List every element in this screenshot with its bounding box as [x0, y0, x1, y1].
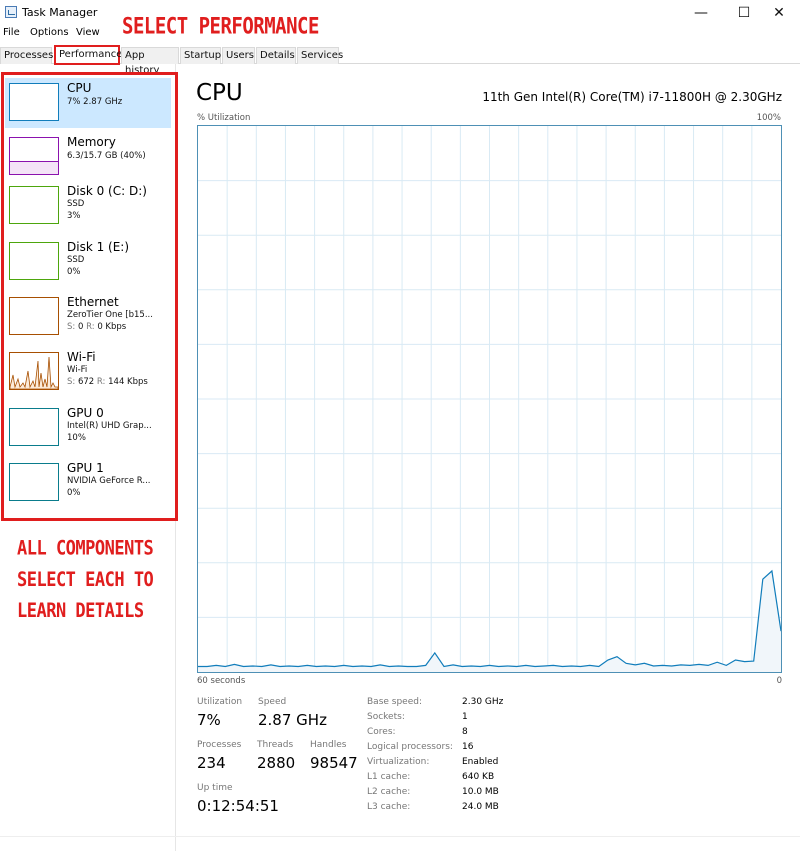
info-label: Virtualization:: [367, 757, 430, 767]
info-value: 16: [462, 742, 474, 752]
status-footer: [0, 836, 800, 851]
menu-view[interactable]: View: [76, 27, 100, 38]
info-value: 1: [462, 712, 468, 722]
utilization-value: 7%: [197, 711, 221, 729]
uptime-label: Up time: [197, 783, 233, 793]
threads-label: Threads: [257, 740, 294, 750]
cpu-utilization-chart: [198, 126, 781, 672]
threads-value: 2880: [257, 754, 296, 772]
speed-value: 2.87 GHz: [258, 711, 327, 729]
annotation-line: SELECT EACH TO: [17, 568, 154, 592]
task-manager-icon: [5, 6, 17, 18]
info-value: 640 KB: [462, 772, 495, 782]
info-label: Base speed:: [367, 697, 422, 707]
handles-label: Handles: [310, 740, 347, 750]
tab-details[interactable]: Details: [256, 47, 296, 64]
y-axis-label: % Utilization: [197, 113, 251, 123]
tab-app-history[interactable]: App history: [121, 47, 179, 76]
info-label: L3 cache:: [367, 802, 411, 812]
tab-services[interactable]: Services: [297, 47, 343, 64]
annotation-all-components: ALL COMPONENTS SELECT EACH TO LEARN DETA…: [17, 534, 177, 627]
y-axis-max: 100%: [756, 113, 781, 123]
uptime-value: 0:12:54:51: [197, 797, 279, 815]
x-axis-label: 60 seconds: [197, 676, 246, 686]
menu-file[interactable]: File: [3, 27, 20, 38]
window-title: Task Manager: [22, 6, 98, 19]
tab-strip: Processes Performance App history Startu…: [0, 45, 800, 76]
info-value: 2.30 GHz: [462, 697, 504, 707]
info-label: Sockets:: [367, 712, 405, 722]
tab-processes[interactable]: Processes: [0, 47, 53, 64]
tab-performance[interactable]: Performance: [54, 45, 122, 65]
processes-label: Processes: [197, 740, 242, 750]
info-label: Cores:: [367, 727, 396, 737]
info-label: L2 cache:: [367, 787, 411, 797]
tab-startup[interactable]: Startup: [180, 47, 221, 64]
processes-value: 234: [197, 754, 226, 772]
cpu-utilization-graph: [197, 125, 782, 673]
close-button[interactable]: ✕: [764, 3, 794, 23]
handles-value: 98547: [310, 754, 358, 772]
speed-label: Speed: [258, 697, 287, 707]
annotation-line: ALL COMPONENTS: [17, 537, 154, 561]
annotation-line: LEARN DETAILS: [17, 599, 144, 623]
tab-users[interactable]: Users: [222, 47, 255, 64]
info-label: Logical processors:: [367, 742, 453, 752]
info-label: L1 cache:: [367, 772, 411, 782]
info-value: Enabled: [462, 757, 499, 767]
annotation-select-performance: SELECT PERFORMANCE: [122, 14, 319, 40]
menu-options[interactable]: Options: [30, 27, 69, 38]
info-value: 24.0 MB: [462, 802, 499, 812]
info-value: 8: [462, 727, 468, 737]
page-title: CPU: [196, 80, 243, 106]
minimize-button[interactable]: —: [686, 3, 716, 23]
maximize-button[interactable]: ☐: [729, 3, 759, 23]
utilization-label: Utilization: [197, 697, 243, 707]
title-bar: Task Manager — ☐ ✕: [0, 0, 800, 26]
annotation-components-box: [1, 72, 178, 521]
info-value: 10.0 MB: [462, 787, 499, 797]
cpu-model-name: 11th Gen Intel(R) Core(TM) i7-11800H @ 2…: [482, 90, 782, 104]
x-axis-end: 0: [776, 676, 782, 686]
